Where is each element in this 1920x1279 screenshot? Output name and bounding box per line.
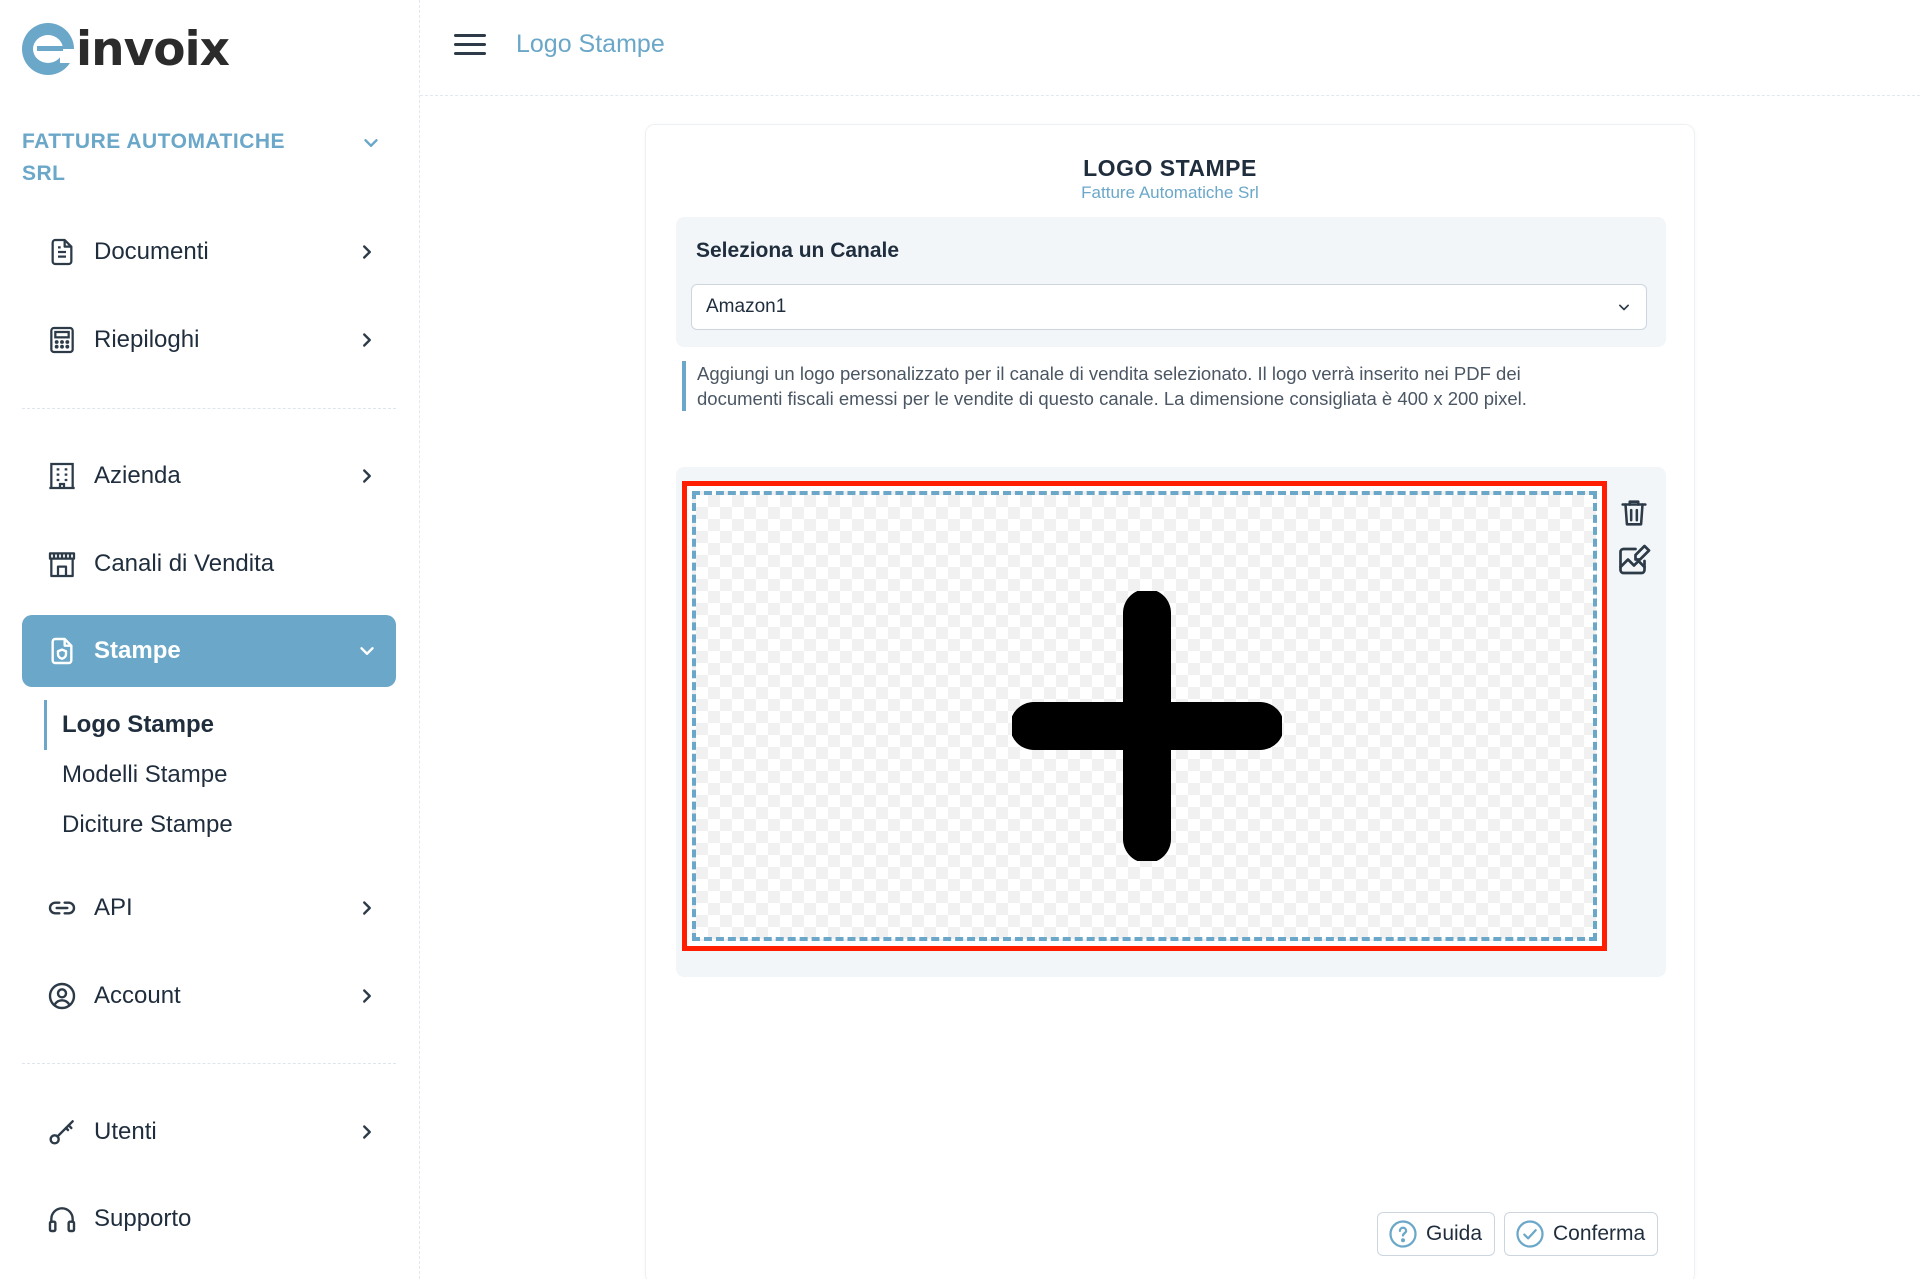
chevron-right-icon: [363, 901, 371, 915]
sidebar-item-label: Stampe: [94, 637, 181, 664]
sidebar-item-label: Riepiloghi: [94, 326, 200, 353]
sidebar-item-label: Canali di Vendita: [94, 550, 275, 577]
sidebar-divider: [22, 1063, 396, 1064]
guide-button-label: Guida: [1426, 1222, 1483, 1245]
logo-upload-panel: [676, 467, 1666, 977]
chevron-down-icon: [1619, 304, 1629, 311]
page-breadcrumb: Logo Stampe: [516, 30, 665, 58]
channel-select-panel: Seleziona un Canale Amazon1: [676, 217, 1666, 347]
top-bar: Logo Stampe: [420, 0, 1920, 96]
logo-text: invoix: [76, 21, 230, 77]
card-title: LOGO STAMPE: [1083, 155, 1257, 181]
dropzone-dashed-area: [692, 491, 1597, 941]
sidebar-item-label: Account: [94, 982, 181, 1009]
sidebar-item-label: Supporto: [94, 1205, 192, 1232]
help-circle-icon: [1389, 1220, 1417, 1248]
channel-select-label: Seleziona un Canale: [696, 239, 900, 262]
hamburger-menu-icon[interactable]: [454, 34, 486, 58]
sidebar-item-account[interactable]: Account: [22, 960, 396, 1032]
submenu-logo-stampe[interactable]: Logo Stampe: [44, 700, 233, 750]
store-icon: [44, 546, 80, 582]
company-selector[interactable]: FATTURE AUTOMATICHE SRL: [22, 126, 382, 190]
chevron-down-icon: [364, 139, 378, 147]
chevron-right-icon: [363, 333, 371, 347]
sidebar-item-utenti[interactable]: Utenti: [22, 1096, 396, 1168]
confirm-button-label: Conferma: [1553, 1222, 1646, 1245]
info-text-line-1: Aggiungi un logo personalizzato per il c…: [697, 363, 1521, 384]
sidebar-item-label: Documenti: [94, 238, 209, 265]
headset-icon: [44, 1201, 80, 1237]
add-icon: [1012, 591, 1282, 861]
sidebar-item-stampe[interactable]: Stampe: [22, 615, 396, 687]
sidebar: invoix FATTURE AUTOMATICHE SRL Documenti…: [0, 0, 420, 1279]
submenu-modelli-stampe[interactable]: Modelli Stampe: [44, 750, 233, 800]
company-name: FATTURE AUTOMATICHE SRL: [22, 130, 286, 185]
trash-icon: [1621, 500, 1647, 526]
sidebar-item-supporto[interactable]: Supporto: [22, 1183, 396, 1255]
link-icon: [44, 890, 80, 926]
logo-card: LOGO STAMPE Fatture Automatiche Srl Sele…: [645, 124, 1695, 1279]
sidebar-item-label: Utenti: [94, 1118, 157, 1145]
building-icon: [44, 458, 80, 494]
sidebar-item-canali-di-vendita[interactable]: Canali di Vendita: [22, 528, 396, 600]
submenu-diciture-stampe[interactable]: Diciture Stampe: [44, 800, 233, 850]
sidebar-item-azienda[interactable]: Azienda: [22, 440, 396, 512]
edit-image-button[interactable]: [1614, 541, 1654, 581]
chevron-right-icon: [363, 1125, 371, 1139]
sidebar-item-label: API: [94, 894, 133, 921]
chevron-right-icon: [363, 245, 371, 259]
stampe-submenu: Logo Stampe Modelli Stampe Diciture Stam…: [44, 700, 233, 850]
delete-logo-button[interactable]: [1614, 493, 1654, 533]
confirm-button[interactable]: Conferma: [1504, 1212, 1659, 1256]
logo-mark-icon: [22, 23, 76, 75]
document-icon: [44, 234, 80, 270]
sidebar-item-documenti[interactable]: Documenti: [22, 216, 396, 288]
sidebar-item-riepiloghi[interactable]: Riepiloghi: [22, 304, 396, 376]
info-note: Aggiungi un logo personalizzato per il c…: [682, 361, 1642, 411]
guide-button[interactable]: Guida: [1377, 1212, 1496, 1256]
sidebar-item-label: Azienda: [94, 462, 181, 489]
user-circle-icon: [44, 978, 80, 1014]
invoix-logo[interactable]: invoix: [22, 21, 230, 77]
logo-dropzone[interactable]: [682, 481, 1607, 951]
chevron-right-icon: [363, 469, 371, 483]
chevron-right-icon: [363, 989, 371, 1003]
image-edit-icon: [1619, 544, 1651, 575]
info-text-line-2: documenti fiscali emessi per le vendite …: [697, 388, 1527, 409]
print-file-icon: [44, 633, 80, 669]
channel-select[interactable]: Amazon1: [691, 284, 1647, 330]
channel-select-value: Amazon1: [706, 296, 787, 317]
key-icon: [44, 1114, 80, 1150]
sidebar-item-api[interactable]: API: [22, 872, 396, 944]
sidebar-divider: [22, 408, 396, 409]
chevron-down-icon: [360, 647, 374, 655]
calculator-icon: [44, 322, 80, 358]
card-subtitle: Fatture Automatiche Srl: [1081, 183, 1259, 202]
check-circle-icon: [1516, 1220, 1544, 1248]
